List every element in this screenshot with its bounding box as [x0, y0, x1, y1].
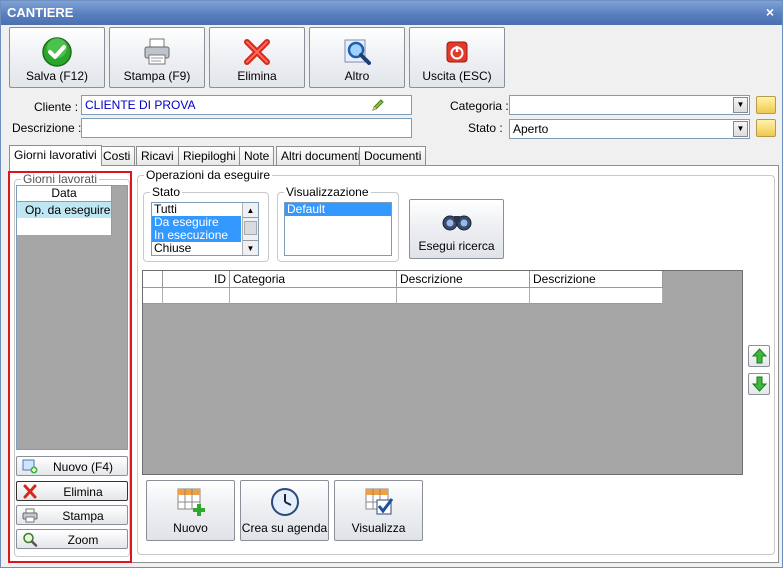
tab-documenti[interactable]: Documenti: [359, 146, 427, 165]
categoria-select[interactable]: ▼: [509, 95, 750, 115]
power-icon: [446, 41, 468, 63]
descrizione-field[interactable]: [81, 118, 412, 138]
delete-button-label: Elimina: [237, 69, 277, 83]
red-x-icon: [244, 39, 270, 65]
grid-row-selector[interactable]: [143, 288, 163, 304]
crea-su-agenda-label: Crea su agenda: [241, 521, 328, 535]
delete-button[interactable]: Elimina: [209, 27, 305, 88]
more-button[interactable]: Altro: [309, 27, 405, 88]
printer-icon: [144, 38, 170, 65]
grid-cell-id[interactable]: [163, 288, 230, 304]
pencil-icon[interactable]: [371, 98, 385, 112]
highlight-frame: [8, 171, 132, 563]
more-button-label: Altro: [344, 69, 370, 83]
binoculars-icon: [442, 215, 471, 231]
scroll-down-icon[interactable]: ▼: [243, 240, 258, 255]
stato-listbox[interactable]: Tutti Da eseguire In esecuzione Chiuse ▲…: [151, 202, 259, 256]
esegui-ricerca-button[interactable]: Esegui ricerca: [409, 199, 504, 259]
nuovo-operation-button[interactable]: Nuovo: [146, 480, 235, 541]
folder-icon[interactable]: [756, 119, 776, 137]
checked-grid-icon: [365, 488, 393, 515]
grid-cell-categoria[interactable]: [230, 288, 397, 304]
grid-header-id[interactable]: ID: [163, 271, 230, 288]
stato-value: Aperto: [513, 122, 549, 136]
vis-item-default[interactable]: Default: [285, 203, 391, 216]
cliente-value: CLIENTE DI PROVA: [85, 98, 196, 112]
tab-giorni-lavorativi[interactable]: Giorni lavorativi: [9, 145, 102, 166]
cliente-label: Cliente :: [34, 100, 79, 114]
cantiere-window: CANTIERE × Salva (F12) Stampa (F9) Elimi…: [0, 0, 783, 568]
move-down-button[interactable]: [748, 373, 770, 395]
crea-su-agenda-button[interactable]: Crea su agenda: [240, 480, 329, 541]
cliente-field[interactable]: CLIENTE DI PROVA: [81, 95, 412, 115]
close-icon[interactable]: ×: [766, 4, 774, 20]
chevron-down-icon[interactable]: ▼: [733, 121, 748, 137]
grid-cell-descrizione-2[interactable]: [530, 288, 663, 304]
arrow-down-icon: [752, 376, 767, 392]
scroll-up-icon[interactable]: ▲: [243, 203, 258, 218]
chevron-down-icon[interactable]: ▼: [733, 97, 748, 113]
tab-altri-documenti[interactable]: Altri documenti: [276, 146, 366, 165]
title-bar: CANTIERE ×: [1, 1, 782, 25]
save-button-label: Salva (F12): [25, 69, 89, 83]
exit-button-label: Uscita (ESC): [422, 69, 492, 83]
visualizza-label: Visualizza: [351, 521, 406, 535]
window-title: CANTIERE: [7, 5, 74, 20]
grid-header-descrizione-2[interactable]: Descrizione: [530, 271, 663, 288]
check-icon: [42, 37, 72, 67]
print-button-label: Stampa (F9): [123, 69, 191, 83]
arrow-up-icon: [752, 348, 767, 364]
visualizzazione-listbox[interactable]: Default: [284, 202, 392, 256]
stato-select[interactable]: Aperto ▼: [509, 119, 750, 139]
grid-header-selector[interactable]: [143, 271, 163, 288]
operazioni-group-title: Operazioni da eseguire: [144, 168, 273, 182]
folder-icon[interactable]: [756, 96, 776, 114]
esegui-ricerca-label: Esegui ricerca: [418, 239, 495, 253]
stato-filter-title: Stato: [150, 185, 183, 199]
grid-header-descrizione[interactable]: Descrizione: [397, 271, 530, 288]
exit-button[interactable]: Uscita (ESC): [409, 27, 505, 88]
nuovo-operation-label: Nuovo: [173, 521, 208, 535]
save-button[interactable]: Salva (F12): [9, 27, 105, 88]
visualizza-button[interactable]: Visualizza: [334, 480, 423, 541]
tab-costi[interactable]: Costi: [98, 146, 136, 165]
magnifier-icon: [344, 39, 371, 65]
tab-ricavi[interactable]: Ricavi: [136, 146, 179, 165]
descrizione-label: Descrizione :: [12, 121, 82, 135]
print-button[interactable]: Stampa (F9): [109, 27, 205, 88]
scroll-thumb[interactable]: [244, 221, 257, 235]
grid-cell-descrizione[interactable]: [397, 288, 530, 304]
move-up-button[interactable]: [748, 345, 770, 367]
categoria-label: Categoria :: [450, 99, 509, 113]
add-grid-icon: [177, 488, 205, 516]
tab-riepiloghi[interactable]: Riepiloghi: [178, 146, 241, 165]
clock-icon: [270, 488, 299, 516]
stato-scrollbar[interactable]: ▲ ▼: [242, 203, 258, 255]
operations-grid[interactable]: ID Categoria Descrizione Descrizione: [142, 270, 743, 475]
visualizzazione-title: Visualizzazione: [284, 185, 371, 199]
stato-label: Stato :: [468, 121, 503, 135]
grid-header-categoria[interactable]: Categoria: [230, 271, 397, 288]
tab-note[interactable]: Note: [239, 146, 275, 165]
